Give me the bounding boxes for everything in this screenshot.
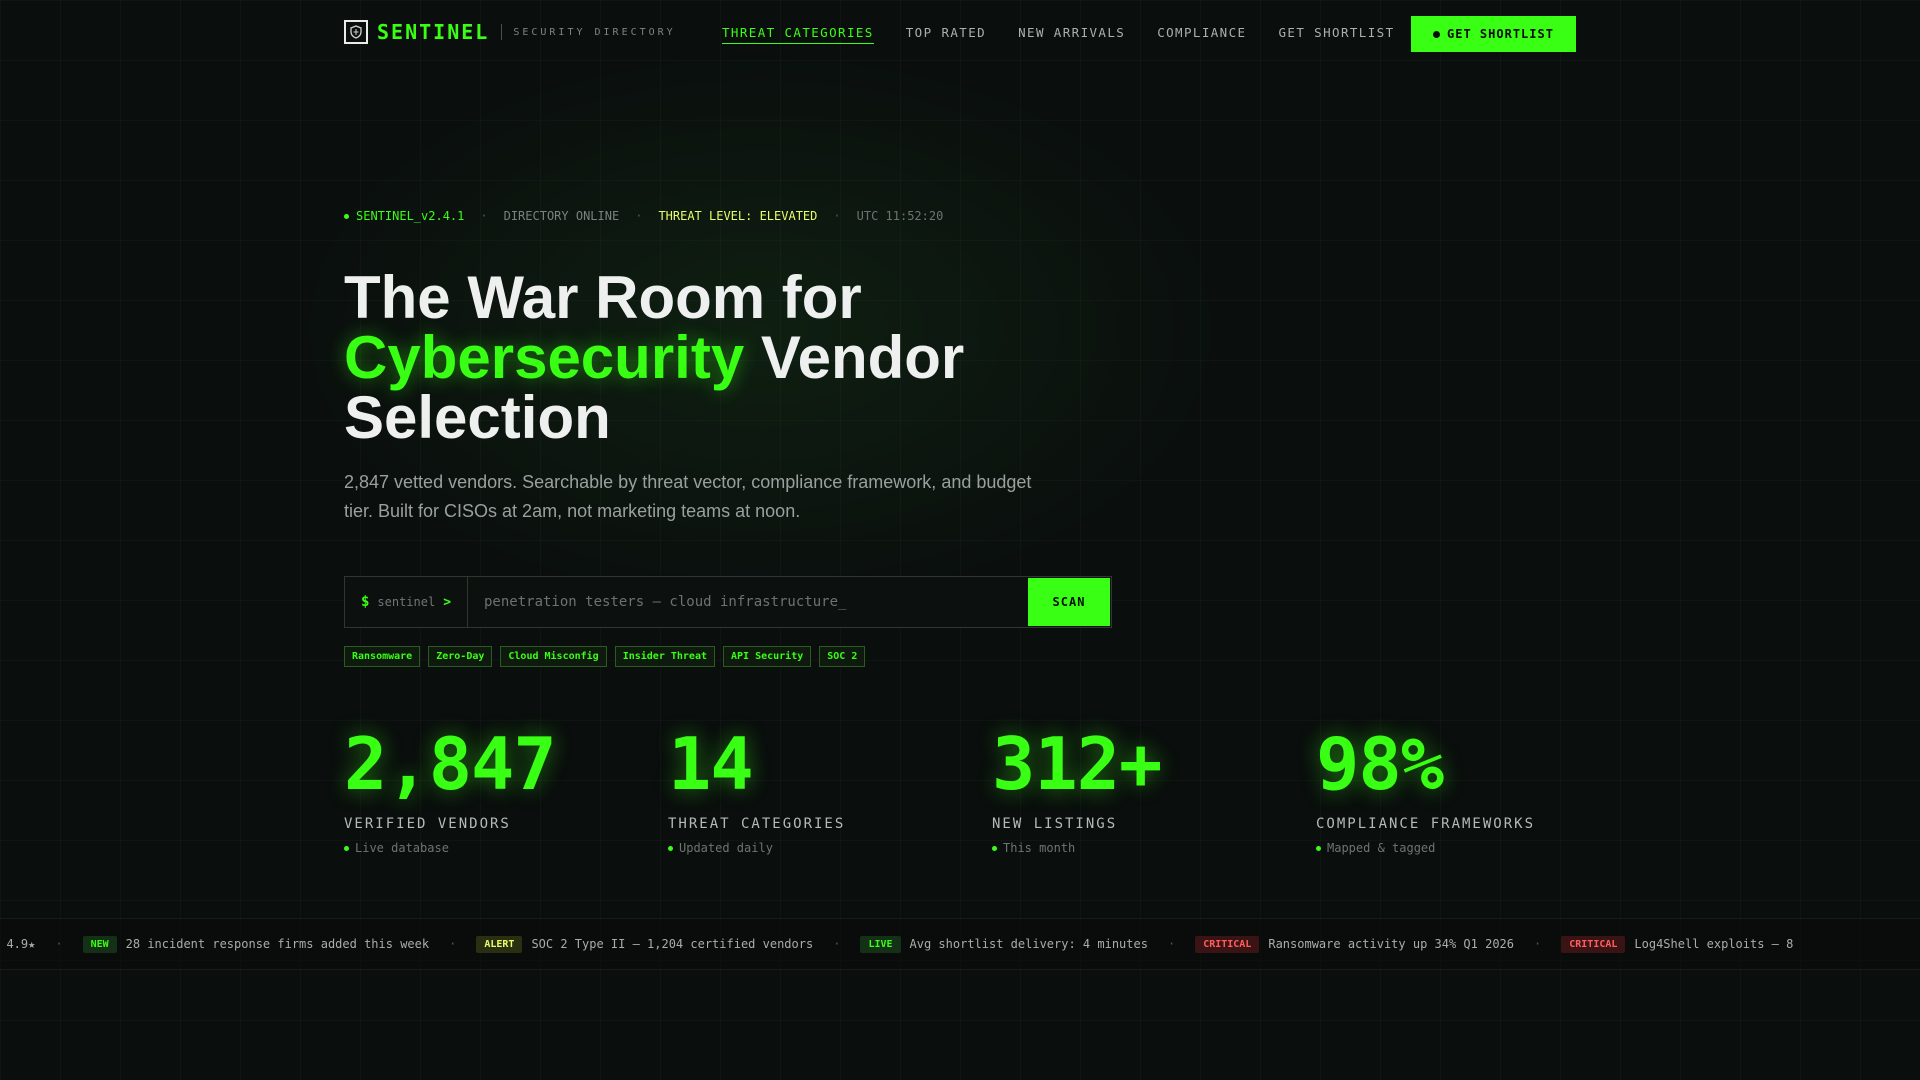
hero-title-part1: The War Room for — [344, 264, 862, 331]
nav-link-threat-categories[interactable]: THREAT CATEGORIES — [722, 25, 874, 44]
hero-subtitle: 2,847 vetted vendors. Searchable by thre… — [344, 472, 1032, 521]
nav-link-new-arrivals[interactable]: NEW ARRIVALS — [1018, 25, 1125, 44]
ticker-badge: CRITICAL — [1561, 935, 1626, 953]
stat-note-text: Mapped & tagged — [1327, 841, 1436, 855]
stat-label: THREAT CATEGORIES — [668, 816, 846, 832]
status-separator: · — [480, 209, 488, 223]
stat-value: 2,847 — [344, 722, 557, 806]
status-version: SENTINEL_v2.4.1 — [356, 209, 465, 223]
ticker-text: 28 incident response firms added this we… — [125, 937, 430, 951]
stat-note: Live database — [344, 841, 644, 855]
ticker-item: LIVE Avg shortlist delivery: 4 minutes — [860, 935, 1148, 953]
tag-soc-2[interactable]: SOC 2 — [819, 646, 866, 667]
live-dot-icon — [344, 845, 349, 851]
hero-title-accent: Cybersecurity — [344, 324, 745, 391]
status-threat-level: THREAT LEVEL: ELEVATED — [658, 209, 818, 223]
ticker-item: — 4.9★ — [0, 937, 35, 951]
ticker-text: Avg shortlist delivery: 4 minutes — [909, 937, 1148, 951]
status-separator: · — [833, 209, 841, 223]
ticker-badge: LIVE — [860, 935, 901, 953]
stat-note: Updated daily — [668, 841, 968, 855]
logo-subtitle: SECURITY DIRECTORY — [513, 26, 676, 38]
nav-link-get-shortlist[interactable]: GET SHORTLIST — [1278, 25, 1394, 44]
terminal-prompt: $ sentinel > — [345, 577, 468, 627]
ticker-text: Log4Shell exploits — 8 — [1634, 937, 1794, 951]
status-separator: · — [635, 209, 643, 223]
ticker-item: CRITICAL Ransomware activity up 34% Q1 2… — [1195, 935, 1514, 953]
tag-cloud-misconfig[interactable]: Cloud Misconfig — [500, 646, 607, 667]
prompt-dollar: $ — [360, 594, 370, 610]
shield-logo-icon — [344, 20, 368, 44]
tag-zero-day[interactable]: Zero-Day — [428, 646, 493, 667]
prompt-user: sentinel — [377, 595, 436, 609]
status-clock: UTC 11:52:20 — [856, 209, 944, 223]
ticker-separator: · — [1167, 937, 1176, 951]
quick-tags: Ransomware Zero-Day Cloud Misconfig Insi… — [344, 646, 873, 667]
stat-note: Mapped & tagged — [1316, 841, 1616, 855]
stat-compliance-frameworks: 98% COMPLIANCE FRAMEWORKS Mapped & tagge… — [1316, 724, 1616, 855]
dot-icon — [1433, 30, 1441, 38]
ticker-separator: · — [449, 937, 457, 951]
ticker-track: — 4.9★ · NEW 28 incident response firms … — [0, 919, 1793, 969]
stat-note-text: Live database — [355, 841, 449, 855]
news-ticker: — 4.9★ · NEW 28 incident response firms … — [0, 918, 1920, 970]
logo[interactable]: SENTINEL SECURITY DIRECTORY — [344, 20, 676, 44]
stat-label: COMPLIANCE FRAMEWORKS — [1316, 816, 1536, 832]
stat-label: NEW LISTINGS — [992, 816, 1118, 832]
nav-links: THREAT CATEGORIES TOP RATED NEW ARRIVALS… — [722, 25, 1427, 44]
ticker-text: SOC 2 Type II — 1,204 certified vendors — [531, 937, 814, 951]
status-bar: SENTINEL_v2.4.1 · DIRECTORY ONLINE · THR… — [344, 209, 943, 223]
ticker-badge: CRITICAL — [1195, 935, 1260, 953]
search-bar: $ sentinel > SCAN — [344, 576, 1112, 628]
prompt-arrow: > — [443, 594, 452, 610]
ticker-separator: · — [55, 937, 63, 951]
nav-link-top-rated[interactable]: TOP RATED — [906, 25, 986, 44]
status-online: DIRECTORY ONLINE — [503, 209, 620, 223]
live-dot-icon — [992, 845, 997, 851]
logo-divider — [501, 24, 503, 40]
ticker-separator: · — [1534, 937, 1542, 951]
stat-threat-categories: 14 THREAT CATEGORIES Updated daily — [668, 724, 968, 855]
search-input[interactable] — [468, 577, 1027, 627]
stat-value: 14 — [668, 722, 754, 806]
tag-ransomware[interactable]: Ransomware — [344, 646, 421, 667]
status-dot-icon — [344, 213, 349, 219]
ticker-item: CRITICAL Log4Shell exploits — 8 — [1561, 935, 1794, 953]
stat-note: This month — [992, 841, 1292, 855]
nav-link-compliance[interactable]: COMPLIANCE — [1157, 25, 1246, 44]
get-shortlist-button-label: GET SHORTLIST — [1447, 27, 1554, 41]
live-dot-icon — [1316, 845, 1321, 851]
ticker-separator: · — [833, 937, 841, 951]
ticker-item: ALERT SOC 2 Type II — 1,204 certified ve… — [476, 935, 814, 953]
top-nav: SENTINEL SECURITY DIRECTORY THREAT CATEG… — [0, 0, 1920, 68]
ticker-text: Ransomware activity up 34% Q1 2026 — [1268, 937, 1514, 951]
hero-title: The War Room for Cybersecurity Vendor Sel… — [344, 268, 1164, 448]
tag-insider-threat[interactable]: Insider Threat — [614, 646, 715, 667]
stat-verified-vendors: 2,847 VERIFIED VENDORS Live database — [344, 724, 644, 855]
stat-note-text: This month — [1003, 841, 1076, 855]
live-dot-icon — [668, 845, 673, 851]
stat-note-text: Updated daily — [679, 841, 773, 855]
stat-value: 98% — [1316, 722, 1444, 806]
scan-button[interactable]: SCAN — [1028, 578, 1110, 626]
tag-api-security[interactable]: API Security — [723, 646, 812, 667]
ticker-badge: NEW — [82, 935, 117, 953]
stat-new-listings: 312+ NEW LISTINGS This month — [992, 724, 1292, 855]
logo-name: SENTINEL — [377, 20, 490, 44]
stat-value: 312+ — [992, 722, 1162, 806]
get-shortlist-button[interactable]: GET SHORTLIST — [1411, 16, 1576, 52]
stat-label: VERIFIED VENDORS — [344, 816, 511, 832]
ticker-badge: ALERT — [476, 935, 523, 953]
ticker-text: — 4.9★ — [0, 937, 36, 951]
ticker-item: NEW 28 incident response firms added thi… — [82, 935, 430, 953]
